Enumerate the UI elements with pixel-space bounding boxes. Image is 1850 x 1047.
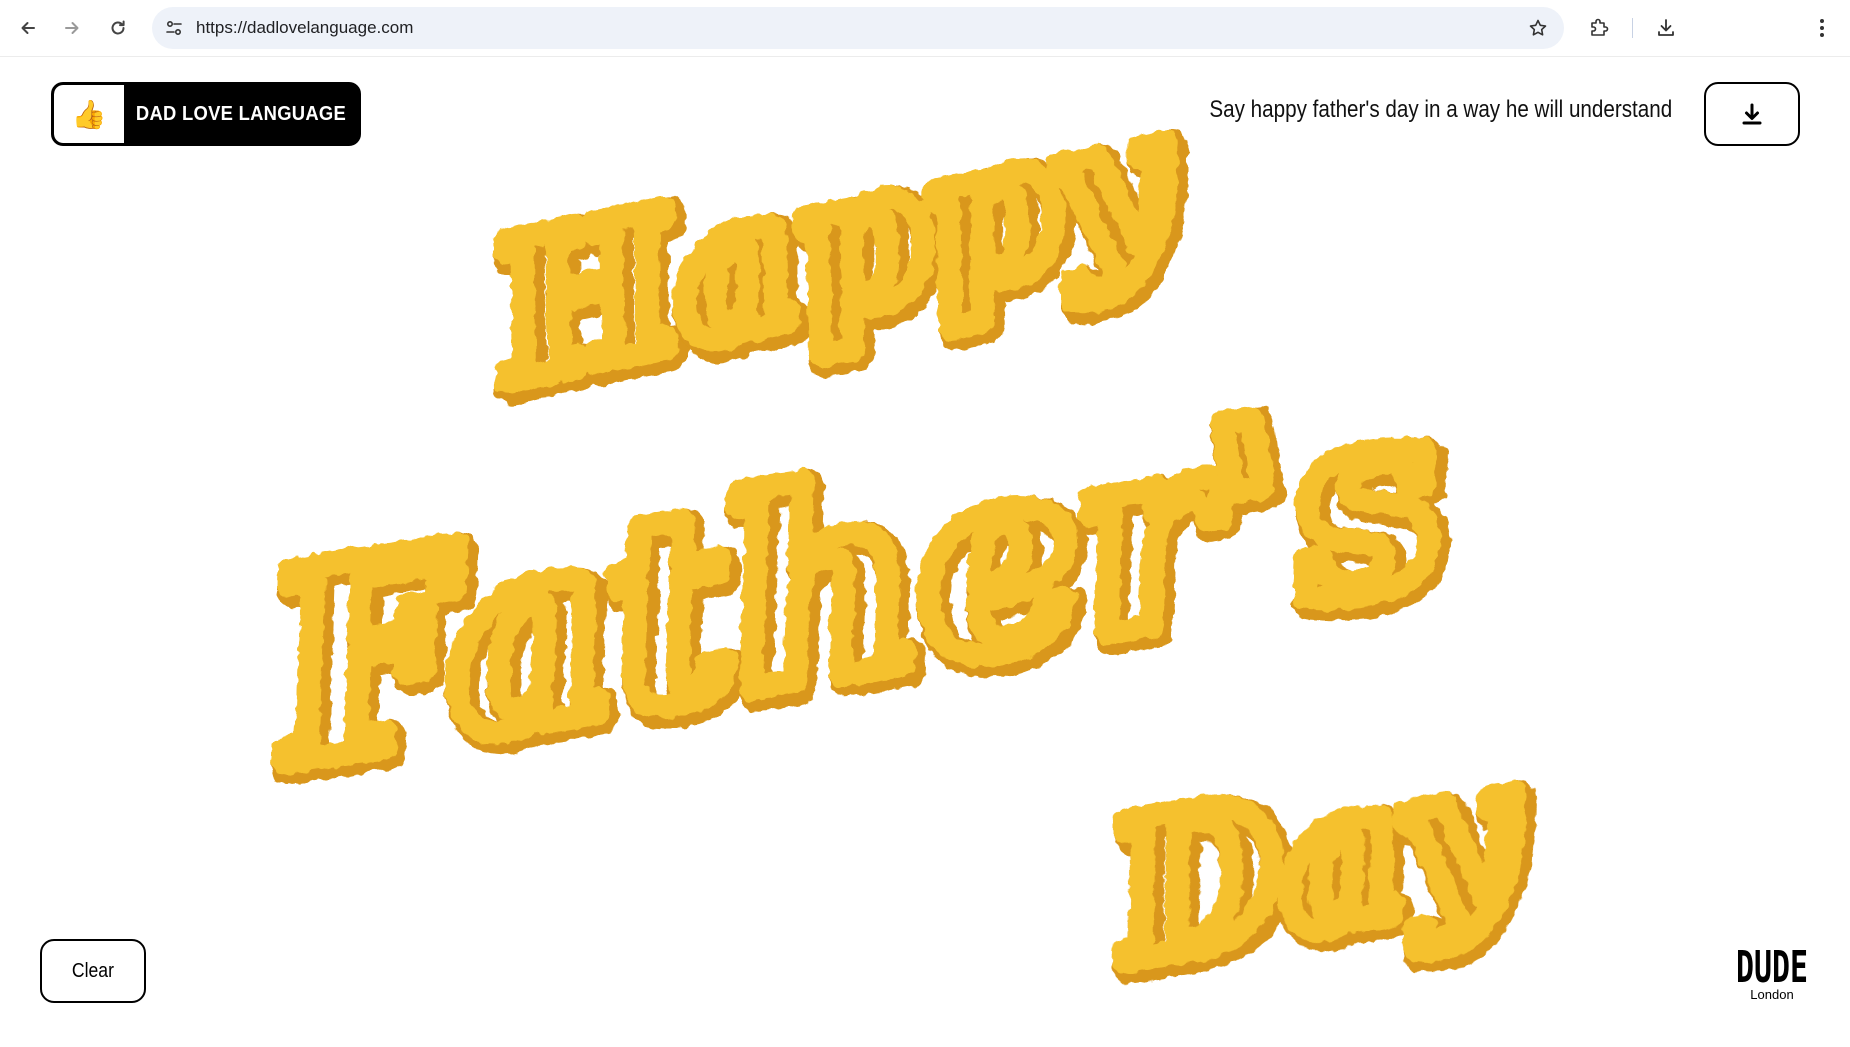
url-text[interactable]: https://dadlovelanguage.com: [196, 7, 413, 49]
arrow-left-icon: [21, 22, 35, 34]
line-happy: Happy: [470, 64, 1196, 427]
clear-button-label: Clear: [71, 959, 115, 982]
bookmark-star-icon[interactable]: [1526, 16, 1550, 40]
line-fathers: Father's: [243, 338, 1461, 825]
forward-button[interactable]: [56, 12, 88, 44]
arrow-right-icon: [65, 22, 79, 34]
address-bar[interactable]: https://dadlovelanguage.com: [152, 7, 1564, 49]
drawing-canvas[interactable]: Happy Father's Day Happy Father's Day: [0, 52, 1850, 1042]
happy-fathers-day-artwork: Happy Father's Day Happy Father's Day: [231, 52, 1562, 1029]
extensions-icon[interactable]: [1583, 12, 1615, 44]
reload-icon: [111, 20, 125, 35]
artwork-lettering: Happy Father's Day: [231, 52, 1552, 1019]
toolbar-separator: [1632, 18, 1633, 38]
dude-london-logo: DUDE London: [1734, 938, 1810, 1002]
site-settings-icon[interactable]: [162, 16, 186, 40]
logo-wordmark: DUDE: [1736, 942, 1808, 993]
clear-button[interactable]: Clear: [40, 939, 146, 1003]
back-button[interactable]: [12, 12, 44, 44]
more-menu-icon[interactable]: [1806, 12, 1838, 44]
reload-button[interactable]: [102, 12, 134, 44]
line-day: Day: [1092, 715, 1539, 1007]
browser-toolbar: https://dadlovelanguage.com: [0, 0, 1850, 57]
logo-subtext: London: [1750, 987, 1793, 1002]
downloads-icon[interactable]: [1650, 12, 1682, 44]
